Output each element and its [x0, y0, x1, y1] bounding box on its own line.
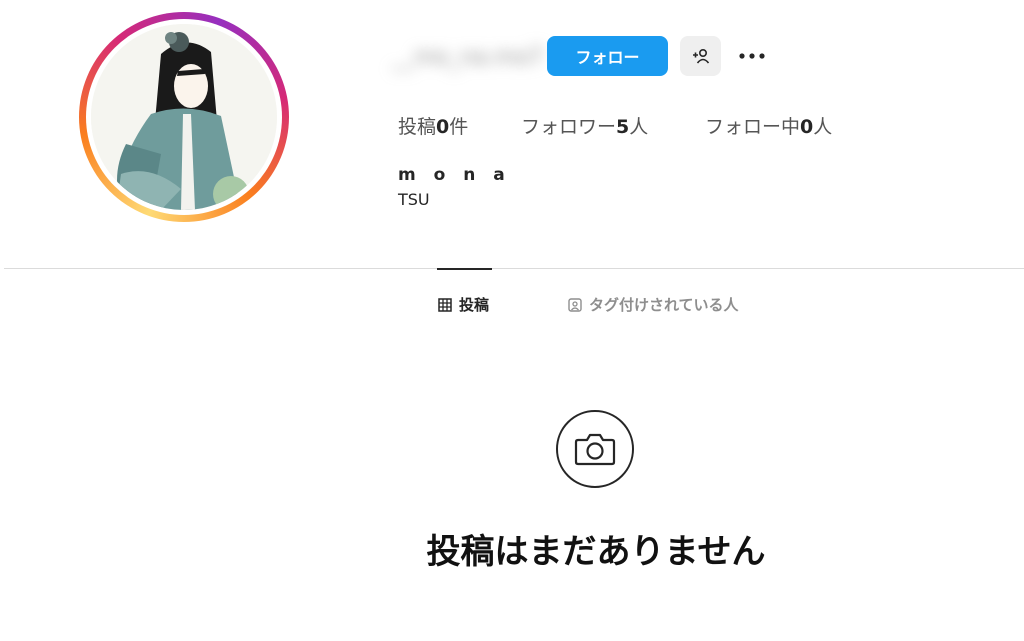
active-tab-indicator — [437, 268, 492, 270]
followers-number: 5 — [616, 116, 630, 138]
avatar[interactable] — [91, 24, 277, 210]
more-options-button[interactable] — [734, 38, 770, 74]
followers-unit: 人 — [629, 116, 649, 138]
add-person-icon — [692, 48, 709, 64]
following-unit: 人 — [813, 116, 833, 138]
followers-label: フォロワー — [521, 116, 617, 138]
empty-state-icon-circle — [556, 410, 634, 488]
username: __mo_na.mo7 — [392, 45, 544, 70]
posts-unit: 件 — [449, 116, 469, 138]
tab-posts-label: 投稿 — [459, 296, 490, 314]
grid-icon — [438, 297, 452, 312]
following-number: 0 — [800, 116, 814, 138]
following-label: フォロー中 — [705, 116, 801, 138]
tagged-user-icon — [568, 297, 582, 312]
tab-posts[interactable]: 投稿 — [438, 294, 489, 315]
more-dots-icon — [739, 53, 765, 59]
follow-button[interactable]: フォロー — [547, 36, 668, 76]
bio: TSU — [398, 190, 430, 209]
following-link[interactable]: フォロー中0人 — [705, 112, 832, 139]
posts-number: 0 — [436, 116, 450, 138]
followers-link[interactable]: フォロワー5人 — [521, 112, 648, 139]
posts-label: 投稿 — [398, 116, 437, 138]
camera-icon — [574, 433, 616, 466]
full-name: m o n a — [398, 165, 511, 185]
posts-count: 投稿0件 — [398, 112, 468, 139]
tabs-divider — [4, 268, 1024, 269]
suggested-users-button[interactable] — [680, 36, 721, 76]
tab-tagged-label: タグ付けされている人 — [589, 296, 739, 314]
avatar-illustration — [91, 24, 277, 210]
tab-tagged[interactable]: タグ付けされている人 — [568, 294, 739, 315]
empty-state-title: 投稿はまだありません — [426, 532, 766, 572]
